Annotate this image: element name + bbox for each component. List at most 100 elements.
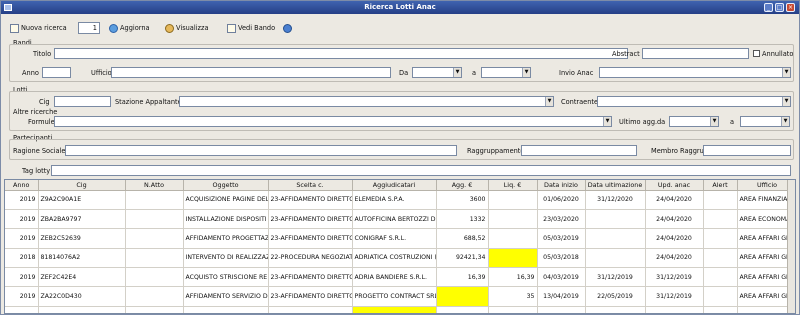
search-counter-input[interactable]: 1	[78, 22, 100, 34]
table-cell[interactable]: Z6E2B0A3A0	[38, 306, 126, 313]
new-search-button[interactable]: Nuova ricerca	[10, 22, 67, 34]
table-cell[interactable]: 2018	[5, 248, 39, 269]
column-header[interactable]: Scelta c.	[268, 180, 353, 191]
invio-anac-select[interactable]: ▼	[599, 67, 791, 78]
close-icon[interactable]: ×	[786, 3, 795, 12]
table-cell[interactable]: 23-AFFIDAMENTO DIRETTO	[268, 286, 353, 307]
table-cell[interactable]	[488, 228, 538, 249]
table-cell[interactable]: 2019	[5, 209, 39, 230]
table-cell[interactable]: 92421,34	[436, 248, 489, 269]
table-cell[interactable]: 04/03/2019	[537, 267, 586, 288]
table-cell[interactable]	[125, 228, 184, 249]
column-header[interactable]: Alert	[703, 180, 738, 191]
table-cell[interactable]: 22-PROCEDURA NEGOZIAT	[268, 248, 353, 269]
table-cell[interactable]: PROGETTO CONTRACT SRL	[352, 286, 437, 307]
table-cell[interactable]: 23-AFFIDAMENTO DIRETTO	[268, 267, 353, 288]
table-cell[interactable]	[125, 209, 184, 230]
table-cell[interactable]	[703, 306, 738, 313]
table-cell[interactable]: ACQUISTO STRISCIONE RE	[183, 267, 269, 288]
column-header[interactable]: Data inizio	[537, 180, 586, 191]
view-button[interactable]: Visualizza	[165, 22, 208, 34]
table-cell[interactable]: 24/04/2020	[645, 228, 704, 249]
table-cell[interactable]	[488, 248, 538, 269]
table-cell[interactable]: 2019	[5, 228, 39, 249]
table-row[interactable]: 2019 ZA22C0D430 AFFIDAMENTO SERVIZIO DI 23-…	[5, 286, 795, 307]
table-row[interactable]: 2018 81814076A2 INTERVENTO DI REALIZZAZ 22-…	[5, 248, 795, 269]
table-cell[interactable]: 01/06/2020	[537, 190, 586, 210]
ragione-sociale-input[interactable]	[65, 145, 457, 156]
table-cell[interactable]	[125, 248, 184, 269]
table-cell[interactable]: ZEB2C52639	[38, 228, 126, 249]
table-cell[interactable]: 31/12/2019	[585, 306, 646, 313]
table-cell[interactable]: 31/12/2019	[645, 286, 704, 307]
table-cell[interactable]: 2019	[5, 306, 39, 313]
column-header[interactable]: Agg. €	[436, 180, 489, 191]
table-cell[interactable]: 16,39	[436, 267, 489, 288]
table-cell[interactable]: 31/12/2019	[645, 267, 704, 288]
column-header[interactable]: Data ultimazione	[585, 180, 646, 191]
column-header[interactable]: Anno	[5, 180, 39, 191]
table-cell[interactable]: 13/04/2019	[537, 286, 586, 307]
ultimo-date-to-select[interactable]: ▼	[740, 116, 790, 127]
table-cell[interactable]: 31/05/2019	[537, 306, 586, 313]
anno-input[interactable]	[42, 67, 71, 78]
column-header[interactable]: Cig	[38, 180, 126, 191]
table-cell[interactable]	[585, 228, 646, 249]
table-cell[interactable]	[703, 190, 738, 210]
table-cell[interactable]	[585, 209, 646, 230]
table-cell[interactable]: ZBA2BA9797	[38, 209, 126, 230]
table-cell[interactable]	[352, 306, 437, 313]
table-cell[interactable]	[436, 286, 489, 307]
table-cell[interactable]: FORNITURA CARBURANTE I	[183, 306, 269, 313]
table-cell[interactable]	[488, 190, 538, 210]
table-cell[interactable]: 05/03/2018	[537, 248, 586, 269]
table-cell[interactable]	[125, 267, 184, 288]
table-cell[interactable]: AFFIDAMENTO SERVIZIO DI	[183, 286, 269, 307]
column-header[interactable]: Aggiudicatari	[352, 180, 437, 191]
table-cell[interactable]: ZA22C0D430	[38, 286, 126, 307]
table-row[interactable]: 2019Z6E2B0A3A0 FORNITURA CARBURANTE I23-A…	[5, 306, 795, 313]
table-cell[interactable]: 23/03/2020	[537, 209, 586, 230]
titolo-input[interactable]	[54, 48, 628, 59]
bando-date-from-select[interactable]: ▼	[412, 67, 462, 78]
refresh-button[interactable]: Aggiorna	[109, 22, 150, 34]
abstract-input[interactable]	[642, 48, 749, 59]
table-cell[interactable]: 31/12/2019	[645, 306, 704, 313]
ultimo-date-from-select[interactable]: ▼	[669, 116, 719, 127]
table-cell[interactable]: 23-AFFIDAMENTO DIRETTO	[268, 228, 353, 249]
table-cell[interactable]: CONIGRAF S.R.L.	[352, 228, 437, 249]
stazione-select[interactable]: ▼	[179, 96, 554, 107]
table-cell[interactable]: 2019	[5, 267, 39, 288]
table-cell[interactable]: 24/04/2020	[645, 209, 704, 230]
table-cell[interactable]	[703, 286, 738, 307]
table-cell[interactable]: 2019	[5, 190, 39, 210]
table-cell[interactable]	[703, 209, 738, 230]
table-cell[interactable]	[585, 248, 646, 269]
vertical-scrollbar[interactable]	[787, 180, 795, 313]
table-row[interactable]: 2019 ZEF2C42E4 ACQUISTO STRISCIONE RE 23-AF…	[5, 267, 795, 288]
cig-input[interactable]	[54, 96, 111, 107]
maximize-icon[interactable]: □	[775, 3, 784, 12]
table-cell[interactable]	[488, 209, 538, 230]
annullato-checkbox[interactable]	[753, 50, 760, 57]
tag-lotty-input[interactable]	[51, 165, 791, 176]
membro-raggruppamento-input[interactable]	[703, 145, 791, 156]
table-cell[interactable]: ADRIA BANDIERE S.R.L.	[352, 267, 437, 288]
table-cell[interactable]	[703, 248, 738, 269]
table-row[interactable]: 2019 ZBA2BA9797 INSTALLAZIONE DISPOSITI 23-…	[5, 209, 795, 230]
table-cell[interactable]: AFFIDAMENTO PROGETTAZ	[183, 228, 269, 249]
ufficio-input[interactable]	[111, 67, 391, 78]
bando-date-to-select[interactable]: ▼	[481, 67, 531, 78]
table-cell[interactable]: 1332	[436, 209, 489, 230]
table-cell[interactable]: 16,39	[488, 267, 538, 288]
see-bando-button[interactable]: Vedi Bando	[227, 22, 275, 34]
table-row[interactable]: 2019 ZEB2C52639 AFFIDAMENTO PROGETTAZ 23-AF…	[5, 228, 795, 249]
table-cell[interactable]: ZEF2C42E4	[38, 267, 126, 288]
table-cell[interactable]: 23-AFFIDAMENTO DIRETTO	[268, 209, 353, 230]
table-cell[interactable]: 81814076A2	[38, 248, 126, 269]
table-cell[interactable]: INSTALLAZIONE DISPOSITI	[183, 209, 269, 230]
table-cell[interactable]: 31/12/2019	[585, 267, 646, 288]
table-cell[interactable]: ADRIATICA COSTRUZIONI (	[352, 248, 437, 269]
help-button[interactable]	[283, 22, 292, 34]
column-header[interactable]: Liq. €	[488, 180, 538, 191]
